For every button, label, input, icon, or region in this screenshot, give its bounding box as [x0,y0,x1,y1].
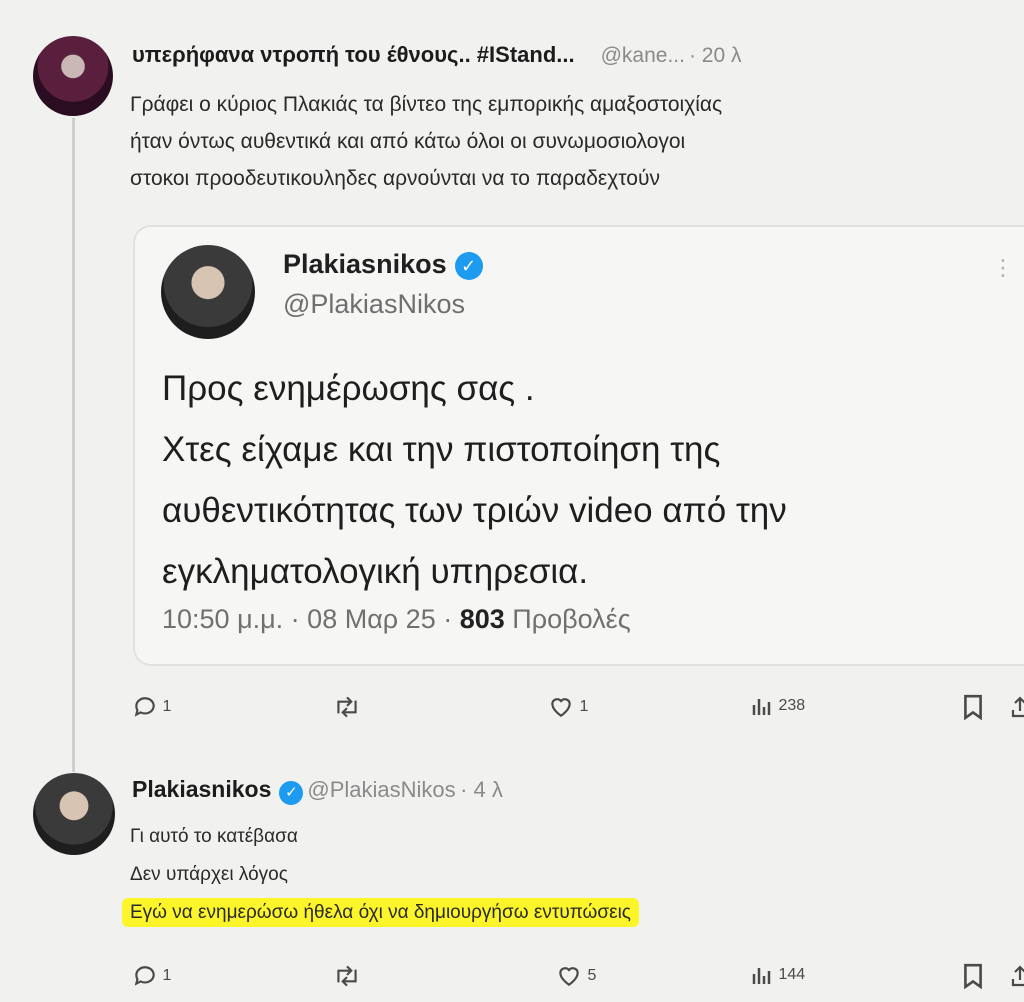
bookmark-icon [964,963,982,990]
views-icon [752,968,771,984]
quoted-avatar[interactable] [161,245,255,339]
views-count: 803 [459,604,505,634]
retweet-icon [337,696,357,718]
tweet-text-line: Γράφει ο κύριος Πλακιάς τα βίντεο της εμ… [130,93,723,116]
like-count: 1 [579,698,589,716]
quoted-text-line: Προς ενημέρωσης σας . [162,369,535,408]
like-button[interactable]: 1 [547,694,588,720]
quoted-name-text: Plakiasnikos [283,249,447,279]
tweet-text-line: Γι αυτό το κατέβασα [130,826,298,847]
tweet-text-line: Δεν υπάρχει λόγος [130,864,288,885]
timestamp[interactable]: · 20 λ [689,44,742,67]
quoted-user-handle[interactable]: @PlakiasNikos [283,289,465,320]
like-count: 5 [587,967,597,985]
share-icon [1011,696,1024,718]
timestamp[interactable]: · 4 λ [460,777,503,802]
bookmark-icon [964,694,982,721]
quoted-text-line: αυθεντικότητας των τριών video από την [162,491,787,530]
like-icon [551,698,571,717]
reply-button[interactable]: 1 [132,694,171,720]
share-icon [1011,965,1024,987]
thread-connector-line [72,118,75,772]
avatar[interactable] [33,773,115,855]
verified-badge-icon: ✓ [454,251,483,280]
reply-icon [134,697,155,717]
share-button[interactable] [1010,963,1024,989]
avatar[interactable] [33,36,113,116]
views-button[interactable]: 144 [750,963,805,987]
quoted-text-line: Χτες είχαμε και την πιστοποίηση της [162,430,721,469]
quoted-display-name[interactable]: Plakiasnikos ✓ [283,249,483,280]
share-button[interactable] [1010,694,1024,720]
tweet-actions: 1 1 238 [132,694,1024,730]
tweet-text-line: ήταν όντως αυθεντικά και από κάτω όλοι ο… [130,130,686,153]
views-count: 144 [778,966,806,984]
like-button[interactable]: 5 [555,963,596,989]
bookmark-button[interactable] [962,963,984,990]
reply-count: 1 [162,698,172,716]
quoted-tweet-meta: 10:50 μ.μ. · 08 Μαρ 25 · 803 Προβολές [162,604,631,635]
tweet-actions: 1 5 144 [132,963,1024,999]
retweet-button[interactable] [332,694,362,720]
quoted-text-line: εγκληματολογική υπηρεσια. [162,552,589,591]
screenshot: υπερήφανα ντροπή του έθνους.. #IStand...… [0,0,1024,1002]
user-handle[interactable]: @PlakiasNikos [307,777,455,802]
verified-badge-icon: ✓ [279,780,304,805]
tweet-header: υπερήφανα ντροπή του έθνους.. #IStand...… [132,42,1012,78]
display-name[interactable]: Plakiasnikos [132,776,271,802]
views-count: 238 [778,697,806,715]
tweet-header: Plakiasnikos ✓ @PlakiasNikos · 4 λ [132,776,503,805]
like-icon [559,967,579,986]
bookmark-button[interactable] [962,694,984,721]
more-icon[interactable]: ⋮ [992,255,1014,281]
views-icon [752,699,771,715]
reply-icon [134,966,155,986]
display-name[interactable]: υπερήφανα ντροπή του έθνους.. #IStand... [132,42,575,67]
views-label: Προβολές [504,604,631,634]
quoted-timestamp: 10:50 μ.μ. · 08 Μαρ 25 · [162,604,460,634]
user-handle[interactable]: @kane... [601,44,685,67]
retweet-icon [337,965,357,987]
views-button[interactable]: 238 [750,694,805,718]
tweet-text: Γράφει ο κύριος Πλακιάς τα βίντεο της εμ… [130,86,1020,197]
reply-button[interactable]: 1 [132,963,171,989]
quoted-tweet-text: Προς ενημέρωσης σας . Χτες είχαμε και τη… [162,358,1002,602]
tweet-text-line: στοκοι προοδευτικουληδες αρνούνται να το… [130,167,660,190]
retweet-button[interactable] [332,963,362,989]
highlighted-text: Εγώ να ενημερώσω ήθελα όχι να δημιουργήσ… [122,898,639,927]
tweet-text: Γι αυτό το κατέβασα Δεν υπάρχει λόγος Εγ… [122,818,1010,932]
reply-count: 1 [162,967,172,985]
